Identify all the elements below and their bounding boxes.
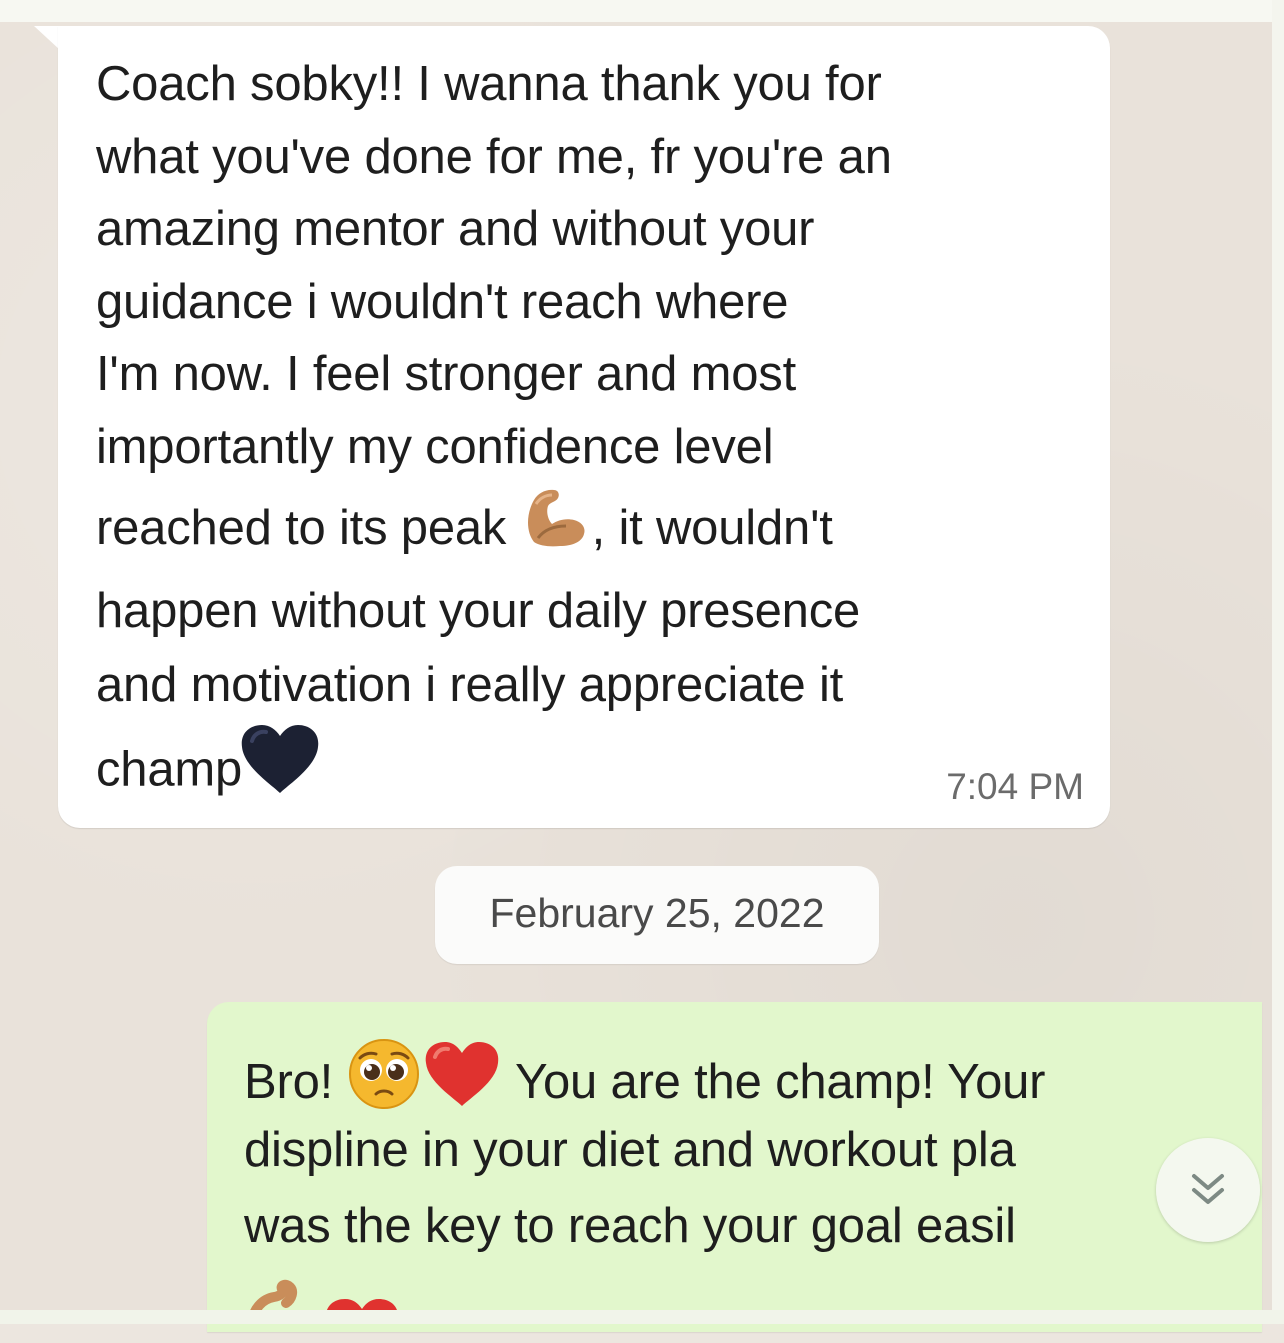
message-line: I'm now. I feel stronger and most <box>96 347 796 401</box>
incoming-bubble-tail <box>34 26 60 50</box>
outgoing-message-text: Bro! You are the champ! Your displine in… <box>244 1036 1234 1340</box>
message-segment: You are the champ! Your <box>502 1054 1046 1109</box>
message-line <box>244 1264 1234 1340</box>
black-heart-icon <box>238 721 322 824</box>
message-segment: champ <box>96 742 243 797</box>
flexed-biceps-icon <box>244 1267 314 1343</box>
date-separator: February 25, 2022 <box>435 866 879 964</box>
incoming-message-text: Coach sobky!! I wanna thank you for what… <box>96 48 1086 807</box>
message-line: displine in your diet and workout pla <box>244 1123 1016 1177</box>
date-separator-label: February 25, 2022 <box>489 890 825 936</box>
red-heart-icon <box>322 1267 402 1343</box>
message-segment: reached to its peak <box>96 501 520 555</box>
bottom-edge <box>0 1310 1284 1324</box>
message-line: was the key to reach your goal easil <box>244 1199 1016 1253</box>
scroll-to-bottom-button[interactable] <box>1156 1138 1260 1242</box>
double-chevron-down-icon <box>1192 1174 1224 1204</box>
message-line: importantly my confidence level <box>96 419 774 474</box>
message-segment: , it wouldn't <box>591 501 833 555</box>
message-line: and motivation i really appreciate it <box>96 658 844 712</box>
flexed-biceps-icon <box>520 484 592 579</box>
message-line: happen without your daily presence <box>96 584 861 638</box>
right-edge <box>1272 0 1284 1324</box>
message-segment: Bro! <box>244 1054 347 1109</box>
message-line: what you've done for me, fr you're an <box>96 129 892 184</box>
message-line: Coach sobky!! I wanna thank you for <box>96 57 882 111</box>
message-line: guidance i wouldn't reach where <box>96 274 789 329</box>
message-timestamp: 7:04 PM <box>946 766 1084 807</box>
top-edge <box>0 0 1284 22</box>
message-line: Bro! You are the champ! Your <box>244 1036 1234 1112</box>
message-line: reached to its peak , it wouldn't <box>96 483 1086 573</box>
message-line: amazing mentor and without your <box>96 202 815 256</box>
